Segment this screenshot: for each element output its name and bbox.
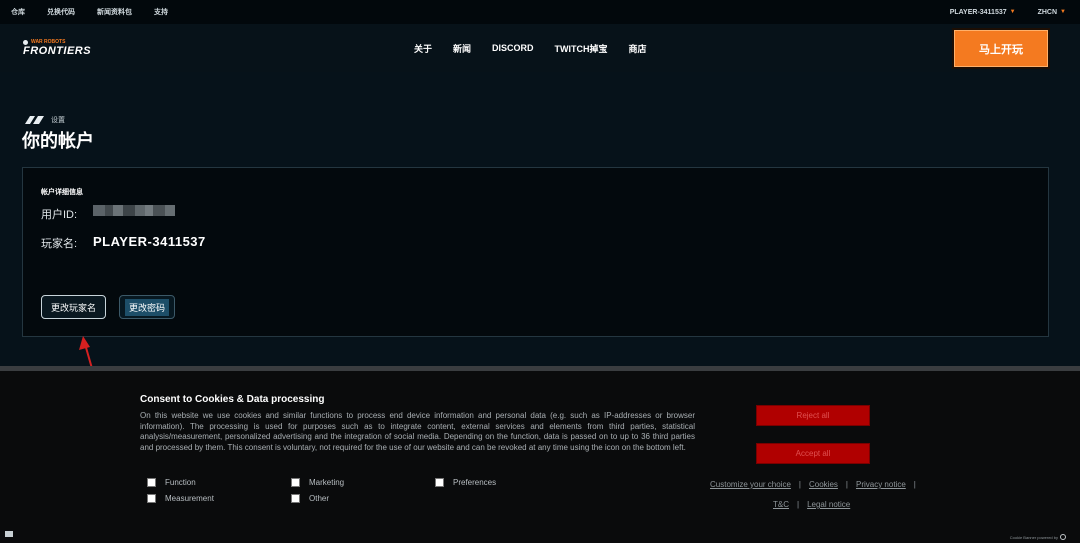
privacy-notice-link[interactable]: Privacy notice — [856, 480, 906, 489]
top-utility-bar: 仓库 兑换代码 新闻资料包 支持 PLAYER-3411537 ▼ ZHCN ▼ — [0, 0, 1080, 24]
cookie-body: On this website we use cookies and simil… — [140, 411, 695, 452]
link-separator: | — [798, 480, 801, 489]
checkbox-measurement[interactable]: Measurement — [147, 494, 214, 503]
checkbox-box[interactable] — [291, 478, 300, 487]
chevron-down-icon: ▼ — [1009, 9, 1016, 15]
checkbox-box[interactable] — [291, 494, 300, 503]
checkbox-other[interactable]: Other — [291, 494, 329, 503]
customize-choice-link[interactable]: Customize your choice — [710, 480, 791, 489]
account-details-panel: 帐户详细信息 用户ID: 玩家名: PLAYER-3411537 更改玩家名 更… — [22, 167, 1049, 337]
player-name-value: PLAYER-3411537 — [93, 234, 206, 249]
nav-item-about[interactable]: 关于 — [414, 42, 432, 55]
link-separator: | — [913, 480, 916, 489]
logo-mark-icon — [23, 39, 28, 45]
checkbox-function[interactable]: Function — [147, 478, 196, 487]
change-password-label: 更改密码 — [124, 298, 169, 316]
legal-notice-link[interactable]: Legal notice — [807, 500, 850, 509]
utility-links: 仓库 兑换代码 新闻资料包 支持 — [11, 7, 190, 17]
change-player-name-button[interactable]: 更改玩家名 — [41, 295, 106, 319]
checkbox-marketing[interactable]: Marketing — [291, 478, 344, 487]
page-title: 你的帐户 — [22, 131, 94, 151]
nav-item-news[interactable]: 新闻 — [453, 42, 471, 55]
player-name-label: PLAYER-3411537 — [949, 8, 1007, 16]
logo-text: FRONTIERS — [23, 45, 92, 57]
account-details-heading: 帐户详细信息 — [41, 189, 83, 196]
checkbox-label: Function — [165, 478, 196, 487]
breadcrumb: 设置 — [23, 115, 65, 125]
language-dropdown[interactable]: ZHCN ▼ — [1038, 9, 1066, 16]
utility-link-redeem-code[interactable]: 兑换代码 — [47, 7, 75, 17]
cookie-title: Consent to Cookies & Data processing — [140, 394, 325, 405]
chevron-down-icon: ▼ — [1060, 9, 1066, 15]
main-nav: WAR ROBOTS FRONTIERS 关于 新闻 DISCORD TWITC… — [0, 24, 1080, 72]
checkbox-preferences[interactable]: Preferences — [435, 478, 496, 487]
player-dropdown[interactable]: PLAYER-3411537 ▼ — [950, 9, 1016, 16]
cookie-settings-icon[interactable] — [5, 531, 13, 537]
checkbox-label: Marketing — [309, 478, 345, 487]
cookie-links-row-1: Customize your choice | Cookies | Privac… — [710, 480, 924, 489]
terms-link[interactable]: T&C — [773, 500, 789, 509]
checkbox-label: Measurement — [165, 494, 214, 503]
accept-all-button[interactable]: Accept all — [756, 443, 870, 464]
play-now-button[interactable]: 马上开玩 — [954, 30, 1048, 67]
player-name-label: 玩家名: — [41, 238, 78, 250]
utility-link-warehouse[interactable]: 仓库 — [11, 7, 25, 17]
cookies-link[interactable]: Cookies — [809, 480, 838, 489]
powered-by-text: Cookie Banner powered by — [1009, 534, 1058, 540]
utility-right: PLAYER-3411537 ▼ ZHCN ▼ — [928, 0, 1066, 24]
link-separator: | — [797, 500, 800, 509]
breadcrumb-settings[interactable]: 设置 — [51, 115, 65, 125]
logo[interactable]: WAR ROBOTS FRONTIERS — [23, 39, 113, 61]
checkbox-label: Other — [309, 494, 330, 503]
checkbox-box[interactable] — [435, 478, 444, 487]
change-password-button[interactable]: 更改密码 — [119, 295, 175, 319]
nav-item-discord[interactable]: DISCORD — [492, 43, 534, 53]
nav-item-store[interactable]: 商店 — [629, 42, 647, 55]
checkbox-box[interactable] — [147, 478, 156, 487]
cookie-links-row-2: T&C | Legal notice — [773, 500, 850, 509]
checkbox-box[interactable] — [147, 494, 156, 503]
checkbox-label: Preferences — [453, 478, 497, 487]
language-label: ZHCN — [1037, 8, 1058, 16]
user-id-label: 用户ID: — [41, 209, 78, 221]
cookie-consent-banner: Consent to Cookies & Data processing On … — [0, 371, 1080, 543]
user-id-value-redacted — [93, 205, 175, 216]
consent-provider-icon — [1060, 534, 1066, 540]
nav-item-twitch-drops[interactable]: TWITCH掉宝 — [555, 42, 608, 55]
cookie-banner-credit: Cookie Banner powered by — [1010, 534, 1066, 540]
utility-link-press-kit[interactable]: 新闻资料包 — [97, 7, 132, 17]
utility-link-support[interactable]: 支持 — [154, 7, 168, 17]
link-separator: | — [845, 480, 848, 489]
nav-menu: 关于 新闻 DISCORD TWITCH掉宝 商店 — [414, 24, 668, 72]
reject-all-button[interactable]: Reject all — [756, 405, 870, 426]
breadcrumb-chevron-icon — [25, 116, 44, 124]
